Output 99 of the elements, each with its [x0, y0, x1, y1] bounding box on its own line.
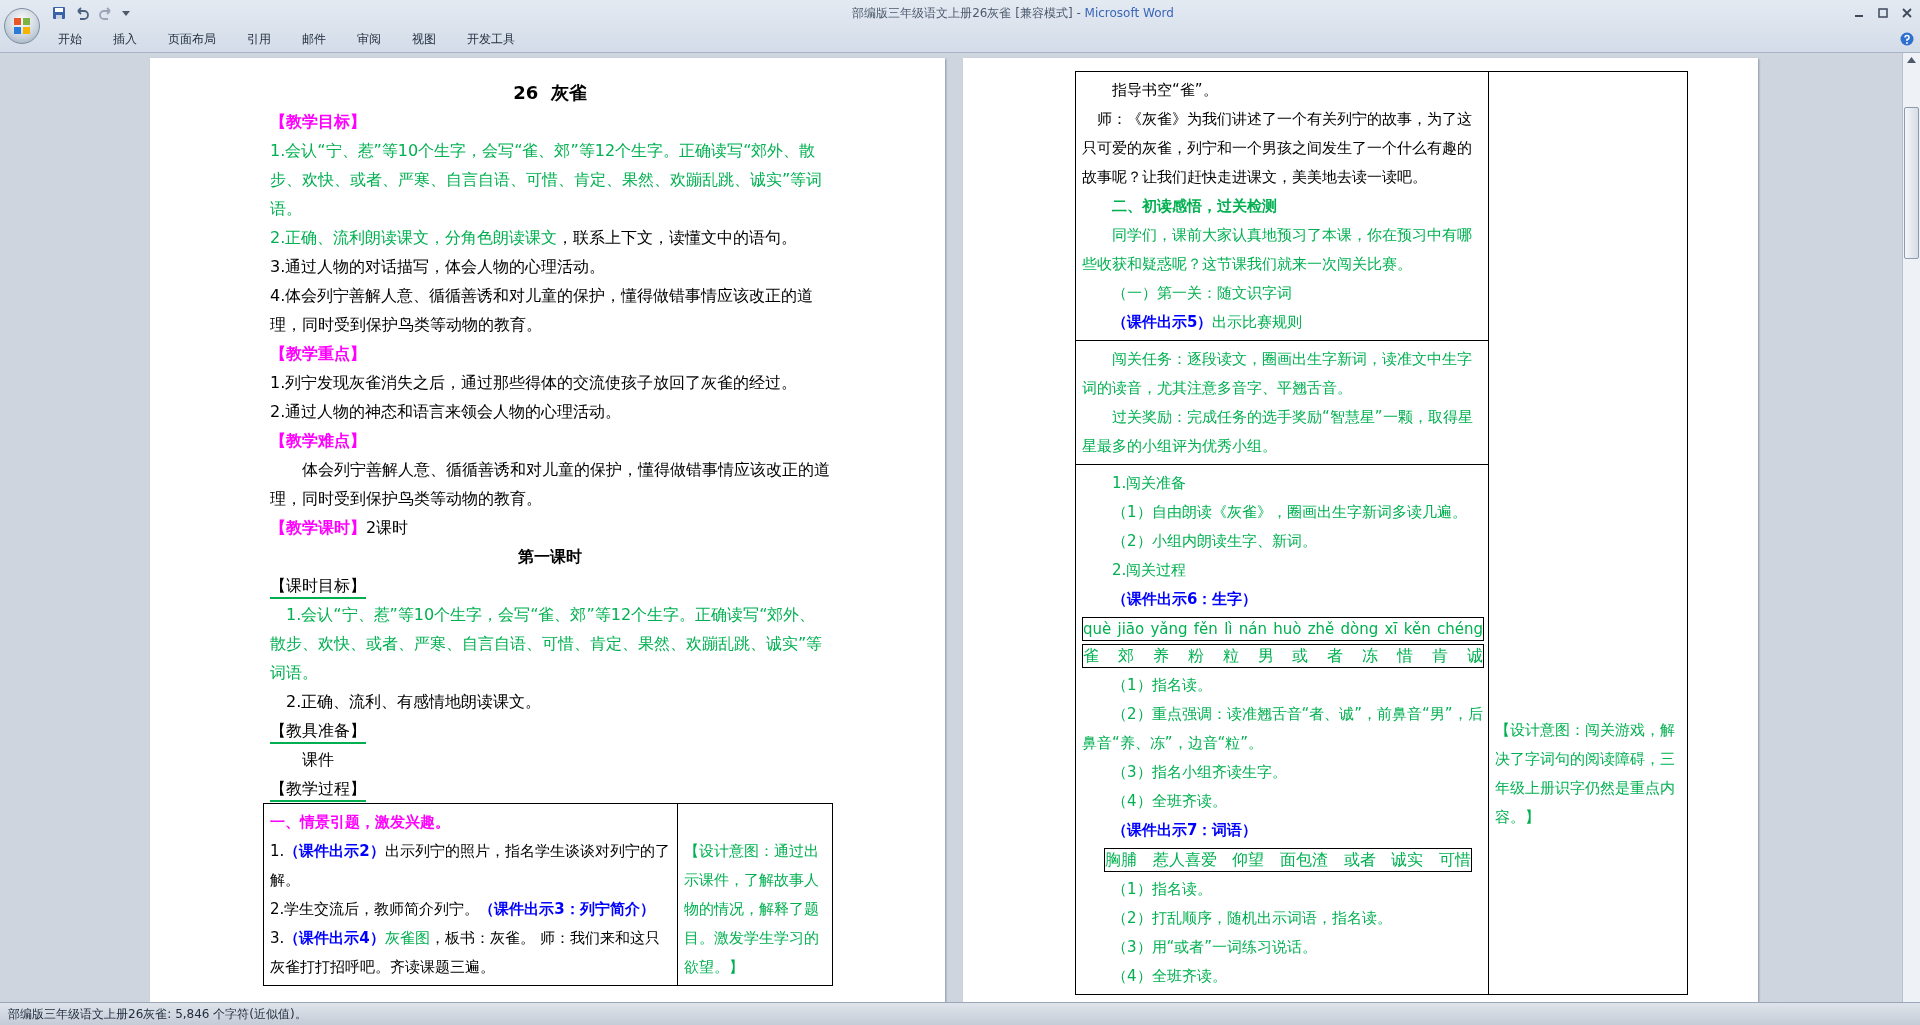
paragraph: （4）全班齐读。 — [1111, 791, 1228, 812]
pinyin-text: fěn — [1193, 619, 1218, 640]
character-text: 惜 — [1397, 645, 1414, 667]
design-note: 【设计意图：通过出示课件，了解故事人物的情况，解释了题目。激发学生学习的欲望。】 — [684, 841, 820, 978]
paragraph: 1.列宁发现灰雀消失之后，通过那些得体的交流使孩子放回了灰雀的经过。 — [270, 372, 799, 394]
paragraph: 3.（课件出示4）灰雀图，板书：灰雀。 师：我们来和这只灰雀打打招呼吧。齐读课题三遍。 — [270, 928, 661, 978]
pinyin-text: xī — [1384, 619, 1398, 640]
office-logo-icon — [12, 16, 32, 36]
document-title: 26 灰雀 — [512, 81, 588, 105]
lesson-heading: 第一课时 — [517, 546, 583, 568]
maximize-icon[interactable] — [1878, 8, 1888, 18]
word-text: 可惜 — [1438, 849, 1471, 871]
paragraph: （一）第一关：随文识字词 — [1111, 283, 1293, 304]
ribbon-tab[interactable]: 引用 — [237, 27, 281, 51]
paragraph: 师：《灰雀》为我们讲述了一个有关列宁的故事，为了这只可爱的灰雀，列宁和一个男孩之间发生了一个什么有趣的故事呢？让我们赶快走进课文，美美地去读一读吧。 — [1082, 109, 1473, 188]
word-text: 仰望 — [1232, 849, 1265, 871]
window-title: 部编版三年级语文上册26灰雀 [兼容模式] - Microsoft Word — [851, 4, 1175, 22]
help-icon[interactable] — [1900, 32, 1914, 46]
paragraph: （2）小组内朗读生字、新词。 — [1111, 531, 1318, 552]
word-text: 或者 — [1343, 849, 1376, 871]
paragraph: （3）用“或者”一词练习说话。 — [1111, 937, 1319, 958]
save-icon[interactable] — [52, 6, 66, 20]
section-label: 【课时目标】 — [270, 575, 366, 599]
paragraph: 【教学目标】 — [270, 111, 367, 133]
scroll-thumb[interactable] — [1904, 107, 1919, 259]
vertical-scrollbar[interactable] — [1902, 53, 1920, 1002]
character-text: 肯 — [1432, 645, 1449, 667]
pinyin-text: dòng — [1340, 619, 1379, 640]
ribbon-tab[interactable]: 开始 — [48, 27, 92, 51]
character-text: 男 — [1257, 645, 1274, 667]
undo-icon[interactable] — [74, 6, 90, 20]
word-text: 胸脯 — [1105, 849, 1137, 871]
paragraph: 1.（课件出示2）出示列宁的照片，指名学生谈谈对列宁的了解。 — [270, 841, 671, 891]
character-text: 雀 — [1083, 645, 1099, 667]
pinyin-text: huò — [1273, 619, 1302, 640]
paragraph: 一、情景引题，激发兴趣。 — [270, 812, 451, 833]
paragraph: 【教学难点】 — [270, 430, 367, 452]
pinyin-text: lì — [1224, 619, 1233, 640]
design-note: 【设计意图：闯关游戏，解决了字词句的阅读障碍，三年级上册识字仍然是重点内容。】 — [1495, 720, 1676, 828]
paragraph: （1）指名读。 — [1111, 879, 1213, 900]
paragraph: 闯关任务：逐段读文，圈画出生字新词，读准文中生字词的读音，尤其注意多音字、平翘舌音。 — [1082, 349, 1473, 399]
paragraph: 1.会认“宁、惹”等10个生字，会写“雀、郊”等12个生字。正确读写“郊外、散步、欢快、或者、严寒、自言自语、可惜、肯定、果然、欢蹦乱跳、诚实”等词语。 — [270, 140, 824, 220]
paragraph: 过关奖励：完成任务的选手奖励“智慧星”一颗，取得星星最多的小组评为优秀小组。 — [1082, 407, 1474, 457]
paragraph: 指导书空“雀”。 — [1111, 80, 1219, 101]
character-text: 诚 — [1466, 645, 1483, 667]
ribbon-tab[interactable]: 邮件 — [292, 27, 336, 51]
word-text: 诚实 — [1391, 849, 1424, 871]
dropdown-caret-icon[interactable] — [122, 9, 130, 17]
pinyin-text: què — [1083, 619, 1112, 640]
section-label: 【教学过程】 — [270, 778, 366, 802]
paragraph: （课件出示5）出示比赛规则 — [1111, 312, 1304, 333]
scroll-up-icon[interactable] — [1907, 57, 1916, 63]
paragraph: 体会列宁善解人意、循循善诱和对儿童的保护，懂得做错事情应该改正的道理，同时受到保护鸟类等动物的教育。 — [270, 459, 830, 510]
paragraph: 2.正确、流利、有感情地朗读课文。 — [285, 691, 543, 713]
character-text: 或 — [1292, 645, 1309, 667]
ribbon-tab[interactable]: 开发工具 — [457, 27, 525, 51]
word-text: 惹人喜爱 — [1152, 849, 1217, 871]
paragraph: 同学们，课前大家认真地预习了本课，你在预习中有哪些收获和疑惑呢？这节课我们就来一次闯关比赛。 — [1082, 225, 1473, 275]
pinyin-text: yǎng — [1150, 619, 1188, 640]
paragraph: （1）自由朗读《灰雀》，圈画出生字新词多读几遍。 — [1111, 502, 1468, 523]
paragraph: （1）指名读。 — [1111, 675, 1213, 696]
paragraph: （2）重点强调：读准翘舌音“者、诚”，前鼻音“男”，后鼻音“养、冻”，边音“粒”。 — [1082, 704, 1484, 754]
character-text: 粉 — [1187, 645, 1204, 667]
paragraph: 2.学生交流后，教师简介列宁。（课件出示3：列宁简介） — [270, 899, 656, 920]
word-text: 面包渣 — [1279, 849, 1328, 871]
paragraph: （3）指名小组齐读生字。 — [1111, 762, 1288, 783]
office-button[interactable] — [4, 8, 40, 44]
ribbon-tab[interactable]: 视图 — [402, 27, 446, 51]
close-icon[interactable] — [1902, 8, 1912, 18]
character-text: 养 — [1152, 645, 1169, 667]
section-label: 【教具准备】 — [270, 720, 366, 744]
paragraph: （课件出示7：词语） — [1111, 820, 1259, 841]
paragraph: 二、初读感悟，过关检测 — [1111, 196, 1278, 217]
paragraph: 【教学重点】 — [270, 343, 367, 365]
pinyin-text: nán — [1238, 619, 1267, 640]
pinyin-text: kěn — [1403, 619, 1431, 640]
pinyin-text: zhě — [1307, 619, 1335, 640]
paragraph: 1.会认“宁、惹”等10个生字，会写“雀、郊”等12个生字。正确读写“郊外、散步、欢快、或者、严寒、自言自语、可惜、肯定、果然、欢蹦乱跳、诚实”等词语。 — [270, 604, 824, 684]
paragraph: 1.闯关准备 — [1111, 473, 1188, 494]
paragraph: 2.正确、流利朗读课文，分角色朗读课文，联系上下文，读懂文中的语句。 — [270, 227, 799, 249]
character-text: 粒 — [1222, 645, 1239, 667]
ribbon-tab[interactable]: 插入 — [103, 27, 147, 51]
ribbon-tab[interactable]: 页面布局 — [158, 27, 226, 51]
paragraph: （2）打乱顺序，随机出示词语，指名读。 — [1111, 908, 1393, 929]
paragraph: 4.体会列宁善解人意、循循善诱和对儿童的保护，懂得做错事情应该改正的道理，同时受到保护鸟类等动物的教育。 — [270, 285, 815, 336]
paragraph: 2.闯关过程 — [1111, 560, 1188, 581]
character-text: 者 — [1327, 645, 1344, 667]
pinyin-text: jiāo — [1117, 619, 1145, 640]
paragraph: （4）全班齐读。 — [1111, 966, 1228, 987]
paragraph: 【教学课时】2课时 — [270, 517, 410, 539]
character-text: 冻 — [1362, 645, 1379, 667]
status-text: 部编版三年级语文上册26灰雀: 5,846 个字符(近似值)。 — [8, 1005, 307, 1023]
paragraph: 2.通过人物的神态和语言来领会人物的心理活动。 — [270, 401, 623, 423]
paragraph: 3.通过人物的对话描写，体会人物的心理活动。 — [270, 256, 607, 278]
pinyin-text: chéng — [1436, 619, 1483, 640]
paragraph: （课件出示6：生字） — [1111, 589, 1259, 610]
paragraph: 课件 — [301, 749, 335, 771]
ribbon-tab[interactable]: 审阅 — [347, 27, 391, 51]
character-text: 郊 — [1117, 645, 1134, 667]
